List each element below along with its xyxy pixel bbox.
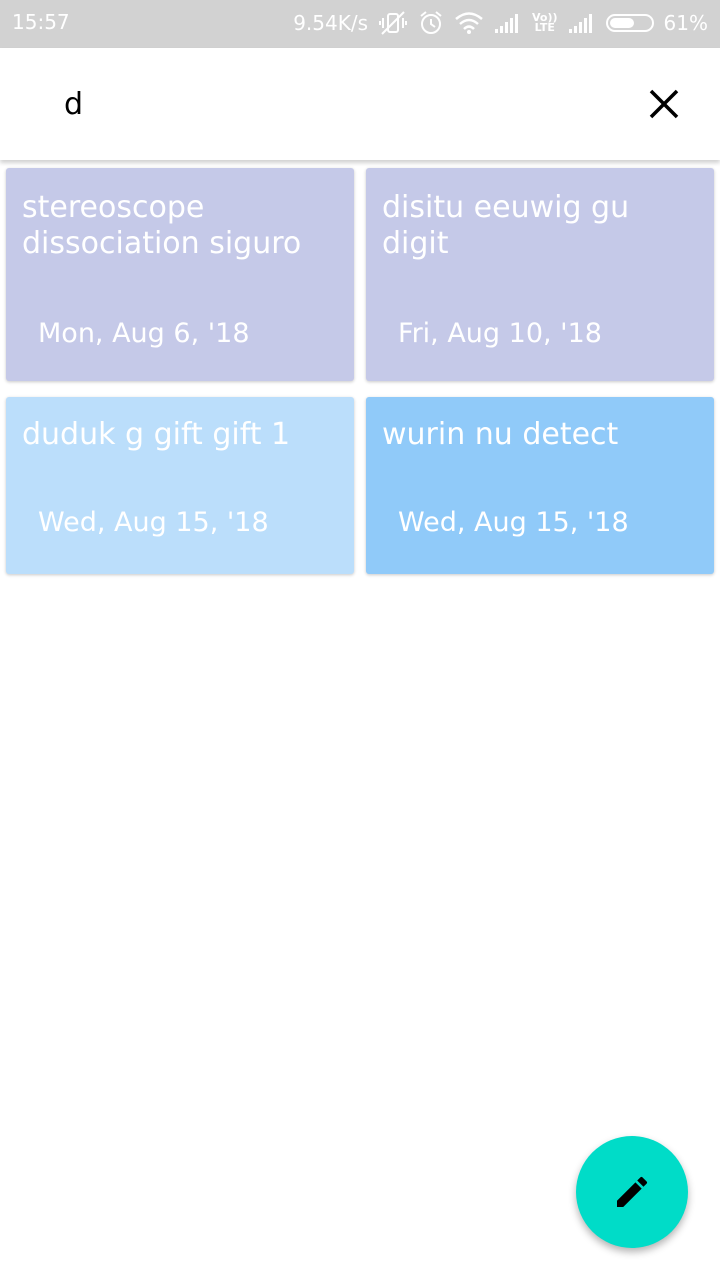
vibrate-off-icon <box>378 10 408 36</box>
signal-icon <box>494 12 522 34</box>
note-title: stereoscope dissociation siguro <box>22 190 302 261</box>
note-card[interactable]: disitu eeuwig gu digit Fri, Aug 10, '18 <box>366 168 714 381</box>
status-bar: 15:57 9.54K/s Vo)) LTE 61% <box>0 0 720 48</box>
status-icons: 9.54K/s Vo)) LTE 61% <box>293 8 708 38</box>
close-icon <box>649 89 679 119</box>
search-bar <box>0 48 720 160</box>
note-date: Mon, Aug 6, '18 <box>38 318 250 349</box>
note-date: Wed, Aug 15, '18 <box>398 507 629 538</box>
lte-label: LTE <box>534 21 555 34</box>
note-card[interactable]: wurin nu detect Wed, Aug 15, '18 <box>366 397 714 574</box>
status-time: 15:57 <box>12 10 70 34</box>
signal-icon <box>568 12 596 34</box>
note-title: duduk g gift gift 1 <box>22 417 291 452</box>
search-input[interactable] <box>64 80 604 128</box>
battery-percent: 61% <box>663 11 708 35</box>
wifi-icon <box>454 11 484 35</box>
note-date: Fri, Aug 10, '18 <box>398 318 602 349</box>
pencil-icon <box>617 1176 648 1207</box>
network-speed: 9.54K/s <box>293 11 369 35</box>
note-card[interactable]: duduk g gift gift 1 Wed, Aug 15, '18 <box>6 397 354 574</box>
new-note-button[interactable] <box>576 1136 688 1248</box>
note-title: disitu eeuwig gu digit <box>382 190 630 261</box>
alarm-icon <box>418 10 444 36</box>
note-title: wurin nu detect <box>382 417 619 452</box>
note-card[interactable]: stereoscope dissociation siguro Mon, Aug… <box>6 168 354 381</box>
close-button[interactable] <box>636 76 692 132</box>
volte-icon: Vo)) LTE <box>532 12 558 34</box>
battery-icon <box>605 14 654 32</box>
note-date: Wed, Aug 15, '18 <box>38 507 269 538</box>
battery-fill <box>609 18 634 28</box>
